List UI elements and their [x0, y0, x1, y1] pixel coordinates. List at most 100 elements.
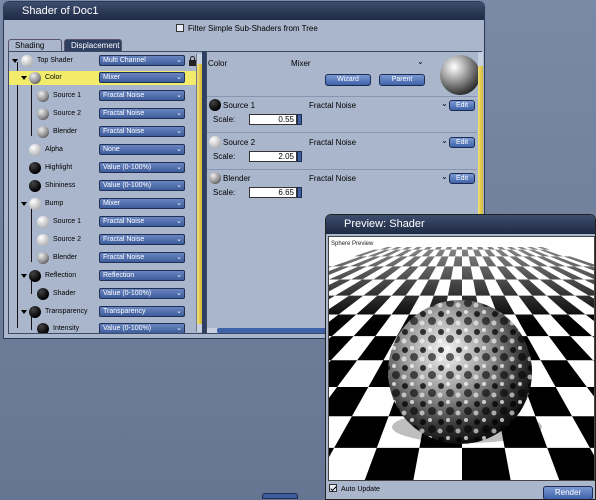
tree-node-highlight[interactable]: Highlight Value (0-100%) ⌄ — [9, 161, 197, 175]
sphere-icon — [29, 144, 41, 156]
node-type-select[interactable]: None ⌄ — [99, 144, 185, 155]
tree-node-transparency-intensity[interactable]: Intensity Value (0-100%) ⌄ — [9, 322, 197, 333]
channel-type: Mixer — [291, 59, 311, 68]
edit-button[interactable]: Edit — [449, 137, 475, 148]
node-type-select[interactable]: Mixer ⌄ — [99, 72, 185, 83]
expand-arrow-icon[interactable] — [12, 59, 18, 63]
node-label: Intensity — [53, 325, 80, 332]
parent-button[interactable]: Parent — [379, 74, 425, 86]
filter-simple-subshaders[interactable]: Filter Simple Sub-Shaders from Tree — [176, 24, 318, 33]
scale-input[interactable]: 6.65 — [249, 187, 297, 198]
tree-node-reflection-shader[interactable]: Shader Value (0-100%) ⌄ — [9, 287, 197, 301]
tree-node-shininess[interactable]: Shininess Value (0-100%) ⌄ — [9, 179, 197, 193]
node-type-select[interactable]: Multi Channel ⌄ — [99, 55, 185, 66]
editor-hscroll-thumb[interactable] — [217, 328, 327, 333]
sphere-icon — [37, 90, 49, 102]
chevron-down-icon: ⌄ — [176, 272, 182, 279]
node-type-select[interactable]: Value (0-100%) ⌄ — [99, 323, 185, 333]
source-type: Fractal Noise — [309, 138, 357, 147]
tree-node-transparency[interactable]: Transparency Transparency ⌄ — [9, 305, 197, 319]
scale-input[interactable]: 0.55 — [249, 114, 297, 125]
node-type-select[interactable]: Fractal Noise ⌄ — [99, 252, 185, 263]
select-value: Transparency — [103, 308, 146, 315]
divider — [207, 96, 477, 97]
select-value: Fractal Noise — [103, 128, 145, 135]
select-value: Fractal Noise — [103, 236, 145, 243]
select-value: Mixer — [103, 74, 121, 81]
tab-shading[interactable]: Shading — [8, 39, 62, 51]
tree-node-color-blender[interactable]: Blender Fractal Noise ⌄ — [9, 125, 197, 139]
shader-tree: Top Shader Multi Channel ⌄ Color Mixer ⌄ S… — [8, 51, 204, 334]
expand-arrow-icon[interactable] — [21, 310, 27, 314]
edit-button[interactable]: Edit — [449, 173, 475, 184]
tree-node-alpha[interactable]: Alpha None ⌄ — [9, 143, 197, 157]
source-type: Fractal Noise — [309, 174, 357, 183]
node-label: Highlight — [45, 164, 73, 171]
expand-arrow-icon[interactable] — [21, 76, 27, 80]
sphere-icon — [209, 172, 221, 184]
tree-node-bump-source2[interactable]: Source 2 Fractal Noise ⌄ — [9, 233, 197, 247]
node-type-select[interactable]: Reflection ⌄ — [99, 270, 185, 281]
source-name: Source 2 — [223, 138, 256, 147]
chevron-down-icon[interactable]: ⌄ — [441, 99, 448, 108]
filter-checkbox[interactable] — [176, 24, 184, 32]
node-type-select[interactable]: Transparency ⌄ — [99, 306, 185, 317]
select-value: Fractal Noise — [103, 110, 145, 117]
chevron-down-icon[interactable]: ⌄ — [441, 172, 448, 181]
shader-window-title: Shader of Doc1 — [4, 2, 484, 20]
node-label: Alpha — [45, 146, 63, 153]
source-name: Blender — [223, 174, 251, 183]
tree-node-color-source1[interactable]: Source 1 Fractal Noise ⌄ — [9, 89, 197, 103]
node-label: Source 1 — [53, 218, 82, 225]
tree-node-color[interactable]: Color Mixer ⌄ — [9, 71, 197, 85]
tree-node-top-shader[interactable]: Top Shader Multi Channel ⌄ — [9, 54, 197, 68]
expand-arrow-icon[interactable] — [21, 202, 27, 206]
tree-node-reflection[interactable]: Reflection Reflection ⌄ — [9, 269, 197, 283]
chevron-down-icon: ⌄ — [176, 110, 182, 117]
chevron-down-icon[interactable]: ⌄ — [441, 136, 448, 145]
filter-label: Filter Simple Sub-Shaders from Tree — [188, 24, 318, 33]
preview-render-image: Sphere Preview — [329, 237, 594, 480]
node-type-select[interactable]: Fractal Noise ⌄ — [99, 90, 185, 101]
source2-block: Source 2 Fractal Noise ⌄ Edit Scale: 2.0… — [207, 135, 477, 169]
node-type-select[interactable]: Fractal Noise ⌄ — [99, 108, 185, 119]
sphere-icon — [29, 306, 41, 318]
node-type-select[interactable]: Fractal Noise ⌄ — [99, 126, 185, 137]
scale-label: Scale: — [213, 152, 236, 161]
node-type-select[interactable]: Value (0-100%) ⌄ — [99, 162, 185, 173]
node-label: Blender — [53, 254, 78, 261]
node-label: Source 2 — [53, 110, 82, 117]
tab-displacement[interactable]: Displacement — [64, 39, 122, 51]
tree-node-bump-blender[interactable]: Blender Fractal Noise ⌄ — [9, 251, 197, 265]
blender-block: Blender Fractal Noise ⌄ Edit Scale: 6.65 — [207, 171, 477, 205]
sphere-icon — [209, 136, 221, 148]
edit-button[interactable]: Edit — [449, 100, 475, 111]
tree-node-bump-source1[interactable]: Source 1 Fractal Noise ⌄ — [9, 215, 197, 229]
scale-stepper[interactable] — [297, 114, 302, 125]
node-type-select[interactable]: Mixer ⌄ — [99, 198, 185, 209]
chevron-down-icon: ⌄ — [176, 128, 182, 135]
select-value: Value (0-100%) — [103, 290, 152, 297]
dock-grip[interactable] — [262, 493, 298, 499]
sphere-icon — [37, 126, 49, 138]
auto-update-checkbox[interactable] — [329, 484, 337, 492]
expand-arrow-icon[interactable] — [21, 274, 27, 278]
node-type-select[interactable]: Value (0-100%) ⌄ — [99, 180, 185, 191]
chevron-down-icon: ⌄ — [176, 74, 182, 81]
shader-preview-thumbnail — [440, 55, 480, 95]
node-type-select[interactable]: Fractal Noise ⌄ — [99, 234, 185, 245]
node-type-select[interactable]: Value (0-100%) ⌄ — [99, 288, 185, 299]
tree-node-color-source2[interactable]: Source 2 Fractal Noise ⌄ — [9, 107, 197, 121]
chevron-down-icon: ⌄ — [176, 200, 182, 207]
chevron-down-icon[interactable]: ⌄ — [417, 57, 424, 66]
node-label: Shader — [53, 290, 76, 297]
chevron-down-icon: ⌄ — [176, 254, 182, 261]
scale-input[interactable]: 2.05 — [249, 151, 297, 162]
render-button[interactable]: Render — [543, 486, 593, 499]
scale-stepper[interactable] — [297, 187, 302, 198]
auto-update-toggle[interactable]: Auto Update — [329, 484, 380, 493]
wizard-button[interactable]: Wizard — [325, 74, 371, 86]
scale-stepper[interactable] — [297, 151, 302, 162]
node-type-select[interactable]: Fractal Noise ⌄ — [99, 216, 185, 227]
tree-node-bump[interactable]: Bump Mixer ⌄ — [9, 197, 197, 211]
